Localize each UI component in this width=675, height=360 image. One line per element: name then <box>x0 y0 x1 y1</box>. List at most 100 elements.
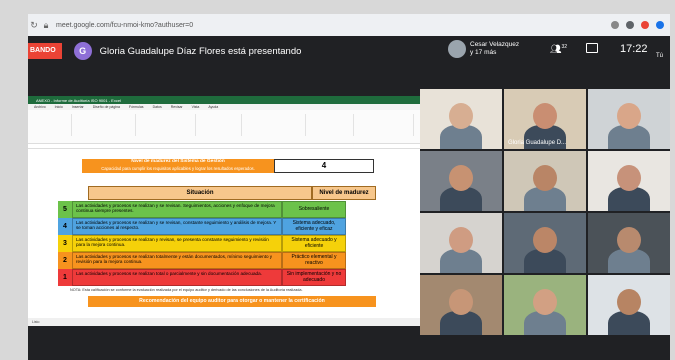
alignment-group <box>140 114 196 136</box>
excel-tab[interactable]: Inicio <box>55 105 63 109</box>
maturity-nivel: Sistema adecuado y eficiente <box>282 235 346 252</box>
speaker-sub: y 17 más <box>470 49 497 56</box>
screenshot-frame: ↻ 🔒︎ meet.google.com/fcu-nmoi-kmo?authus… <box>0 0 675 360</box>
excel-tab[interactable]: Vista <box>192 105 200 109</box>
excel-tab[interactable]: Revisar <box>171 105 183 109</box>
participant-tile[interactable] <box>420 213 502 273</box>
participant-face <box>533 103 557 129</box>
header-nivel: Nivel de madurez <box>312 186 376 200</box>
excel-tab[interactable]: Ayuda <box>208 105 218 109</box>
participant-face <box>449 289 473 315</box>
people-count: 32 <box>561 44 567 50</box>
meet-bottom-bar <box>28 336 670 360</box>
maturity-nivel: Sobresaliente <box>282 201 346 218</box>
worksheet: Nivel de madurez del Sistema de Gestión … <box>28 150 420 318</box>
excel-ribbon <box>28 110 420 144</box>
speaker-avatar <box>448 40 466 58</box>
maturity-situation: Las actividades y procesos se realizan y… <box>72 218 282 235</box>
participant-face <box>617 103 641 129</box>
maturity-nivel: Práctico elemental y reactivo <box>282 252 346 269</box>
maturity-row: 2 Las actividades y procesos se realizan … <box>58 252 376 269</box>
participant-tile[interactable] <box>588 151 670 211</box>
participant-tile[interactable] <box>588 213 670 273</box>
presenter-avatar: G <box>73 42 92 60</box>
reload-icon[interactable]: ↻ <box>28 20 40 31</box>
extension-icon[interactable] <box>626 21 634 29</box>
browser-toolbar: ↻ 🔒︎ meet.google.com/fcu-nmoi-kmo?authus… <box>28 14 670 36</box>
maturity-nivel: Sistema adecuado, eficiente y eficaz <box>282 218 346 235</box>
participant-face <box>449 103 473 129</box>
note-text: NOTA: Esta calificación se conforme la e… <box>70 288 303 292</box>
participant-face <box>617 165 641 191</box>
excel-tab[interactable]: Datos <box>153 105 162 109</box>
styles-group <box>246 114 306 136</box>
recording-icon[interactable] <box>641 21 649 29</box>
meet-window: BANDO G Gloria Guadalupe Díaz Flores est… <box>28 36 670 360</box>
maturity-situation: Las actividades y procesos se realizan y… <box>72 201 282 218</box>
star-icon[interactable] <box>611 21 619 29</box>
participant-name: Gloria Guadalupe D... <box>508 140 567 146</box>
lock-icon: 🔒︎ <box>43 19 49 30</box>
participant-face <box>533 289 557 315</box>
self-label: Tú <box>656 53 664 59</box>
speaker-name: Cesar Velazquez <box>470 41 520 48</box>
people-button[interactable]: 👥︎32 <box>550 44 567 55</box>
recording-badge: BANDO <box>28 43 62 59</box>
maturity-level: 3 <box>58 235 72 252</box>
address-bar[interactable]: meet.google.com/fcu-nmoi-kmo?authuser=0 <box>56 22 193 29</box>
maturity-situation: Las actividades y procesos se realizan t… <box>72 252 282 269</box>
maturity-row: 3 Las actividades y procesos se realizan … <box>58 235 376 252</box>
clock: 17:22 <box>620 43 648 55</box>
participant-tile[interactable] <box>420 89 502 149</box>
participant-tile[interactable] <box>420 275 502 335</box>
participant-face <box>533 165 557 191</box>
clipboard-group <box>32 114 72 136</box>
participant-tile[interactable] <box>504 213 586 273</box>
cells-group <box>310 114 354 136</box>
maturity-level: 1 <box>58 269 72 286</box>
participant-face <box>617 289 641 315</box>
participant-tile[interactable] <box>504 151 586 211</box>
active-speaker[interactable]: Cesar Velazquez y 17 más <box>448 40 519 58</box>
excel-tab[interactable]: Insertar <box>72 105 84 109</box>
madurez-subtitle: Capacidad para cumplir los requisitos ap… <box>101 165 255 171</box>
chat-icon[interactable] <box>586 43 598 53</box>
maturity-level: 2 <box>58 252 72 269</box>
number-group <box>200 114 242 136</box>
participant-tile[interactable] <box>504 275 586 335</box>
participant-tile[interactable] <box>588 89 670 149</box>
shared-screen: ANEXO - Informe de Auditoría ISO 9001 - … <box>28 96 420 326</box>
excel-titlebar: ANEXO - Informe de Auditoría ISO 9001 - … <box>28 96 420 104</box>
header-situacion: Situación <box>88 186 312 200</box>
participant-face <box>617 227 641 253</box>
maturity-level: 5 <box>58 201 72 218</box>
excel-tab[interactable]: Fórmulas <box>129 105 144 109</box>
participant-tile[interactable] <box>420 151 502 211</box>
participant-face <box>533 227 557 253</box>
excel-tab[interactable]: Diseño de página <box>93 105 120 109</box>
formula-bar[interactable] <box>28 144 420 149</box>
maturity-row: 4 Las actividades y procesos se realizan … <box>58 218 376 235</box>
excel-tab[interactable]: Archivo <box>34 105 46 109</box>
maturity-situation: Las actividades y procesos se realizan y… <box>72 235 282 252</box>
maturity-nivel: Sin implementación y no adecuado <box>282 269 346 286</box>
profile-icon[interactable] <box>656 21 664 29</box>
excel-statusbar: Listo <box>28 318 420 326</box>
participant-face <box>449 165 473 191</box>
font-group <box>76 114 136 136</box>
maturity-situation: Las actividades y procesos se realizan t… <box>72 269 282 286</box>
participant-tile[interactable] <box>588 275 670 335</box>
people-icon: 👥︎ <box>550 44 562 54</box>
participant-face <box>449 227 473 253</box>
madurez-title: Nivel de madurez del Sistema de Gestión … <box>82 159 274 173</box>
maturity-level: 4 <box>58 218 72 235</box>
participant-grid: Gloria Guadalupe D... <box>420 89 670 335</box>
meet-topbar: BANDO G Gloria Guadalupe Díaz Flores est… <box>28 36 670 66</box>
recommendation-header: Recomendación del equipo auditor para ot… <box>88 296 376 307</box>
maturity-row: 1 Las actividades y procesos se realizan … <box>58 269 376 286</box>
madurez-value[interactable]: 4 <box>274 159 374 173</box>
maturity-row: 5 Las actividades y procesos se realizan … <box>58 201 376 218</box>
editing-group <box>358 114 414 136</box>
presenting-text: Gloria Guadalupe Díaz Flores está presen… <box>99 45 302 57</box>
participant-tile[interactable]: Gloria Guadalupe D... <box>504 89 586 149</box>
